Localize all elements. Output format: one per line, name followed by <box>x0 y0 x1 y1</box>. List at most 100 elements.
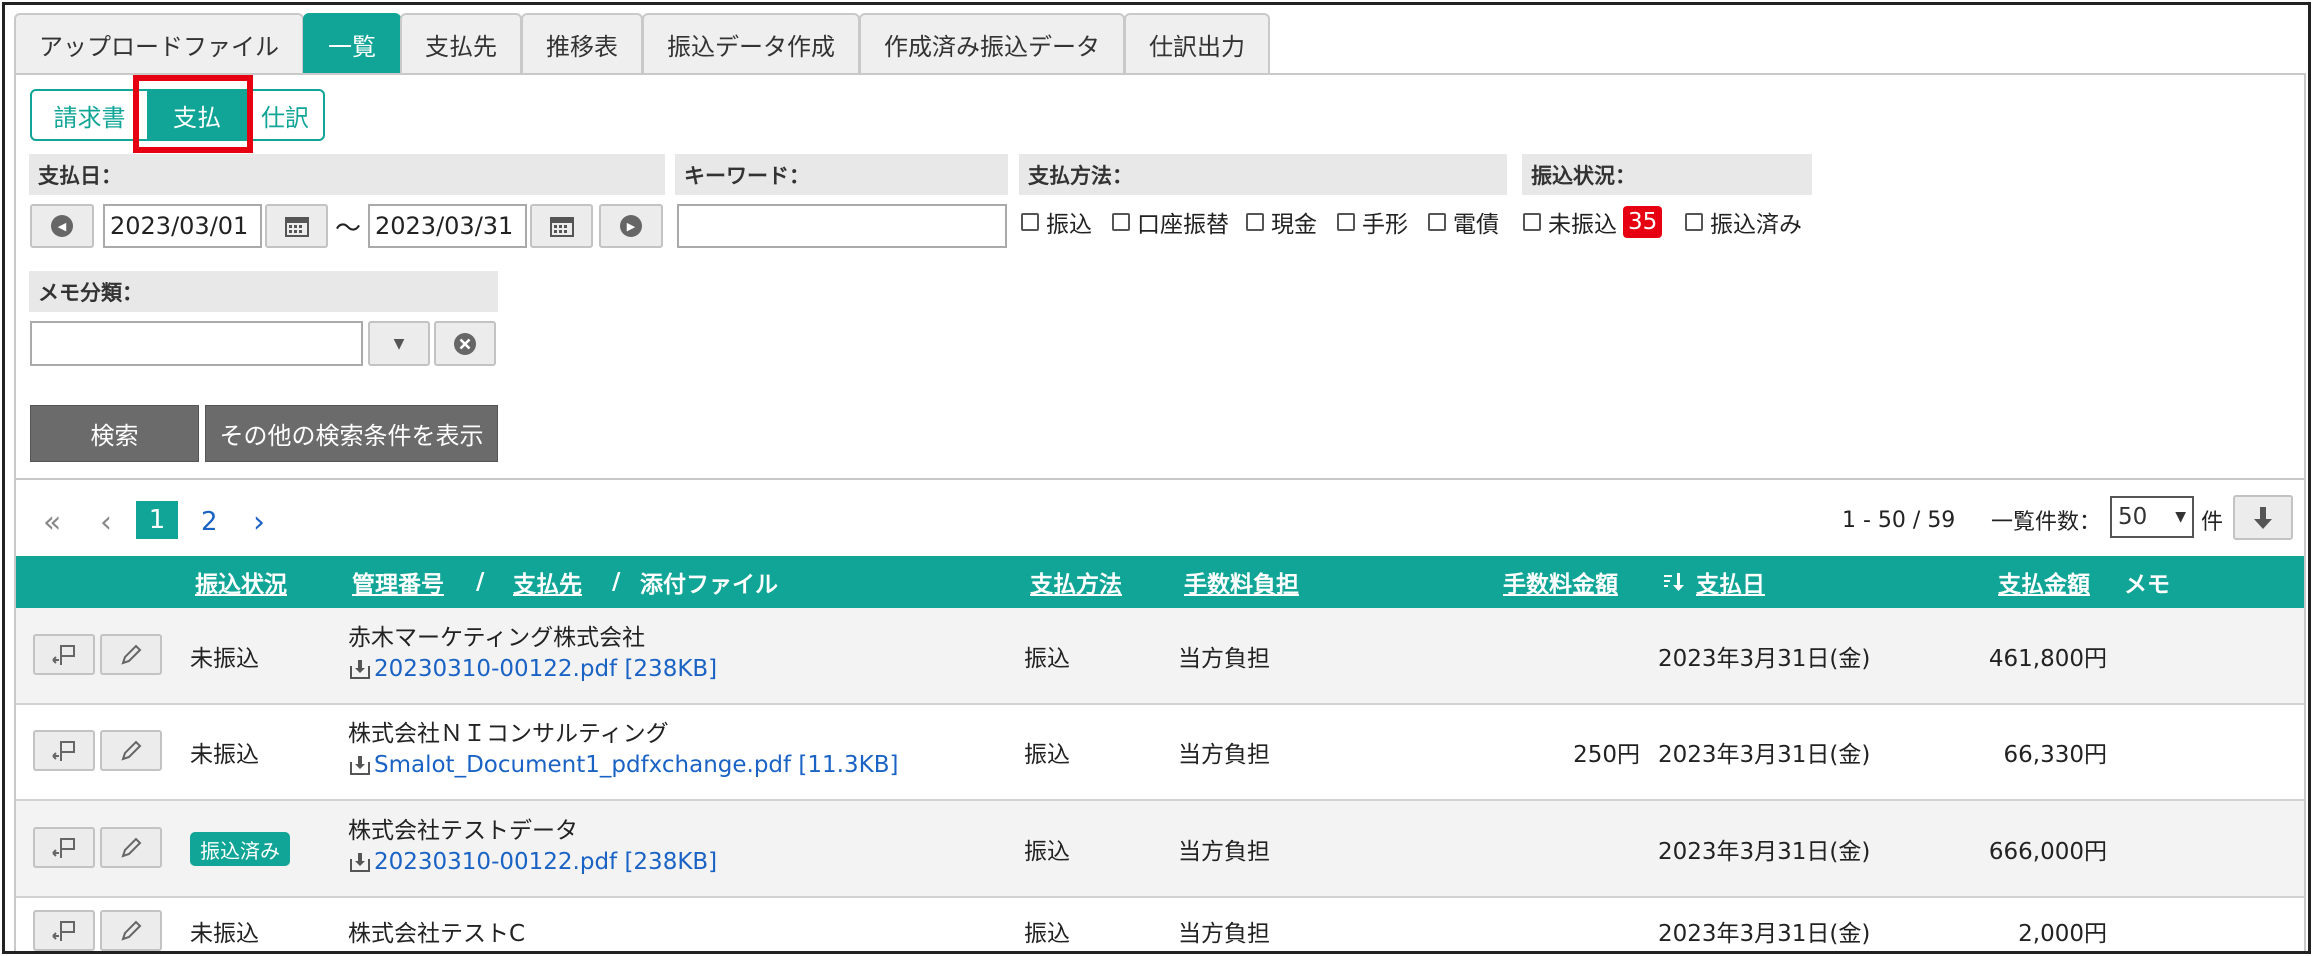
memo-flag-button[interactable] <box>33 910 95 951</box>
calendar-to-button[interactable] <box>530 204 593 248</box>
row-payee: 株式会社テストC <box>348 920 526 947</box>
memo-category-label: メモ分類： <box>29 271 498 312</box>
row-pay-date: 2023年3月31日(金) <box>1658 838 1871 865</box>
row-status: 未振込 <box>190 741 259 768</box>
row-method: 振込 <box>1024 645 1070 672</box>
prev-page-link[interactable]: ‹ <box>100 504 112 540</box>
unpaid-count-badge: 35 <box>1623 206 1663 238</box>
header-method[interactable]: 支払方法 <box>1030 556 1122 608</box>
edit-button[interactable] <box>100 730 162 771</box>
row-payee: 株式会社テストデータ <box>348 818 578 844</box>
tab-list[interactable]: 一覧 <box>303 13 401 73</box>
memo-flag-button[interactable] <box>33 730 95 771</box>
edit-button[interactable] <box>100 827 162 868</box>
row-fee-amount <box>1410 831 1640 866</box>
date-to-input[interactable]: 2023/03/31 <box>368 204 527 248</box>
row-status: 振込済み <box>190 831 290 867</box>
method-cash-checkbox[interactable]: 現金 <box>1246 205 1317 239</box>
row-status: 未振込 <box>190 920 259 947</box>
date-separator: ～ <box>335 213 362 244</box>
calendar-icon <box>284 217 309 237</box>
attachment-link[interactable]: 20230310-00122.pdf [238KB] <box>349 846 717 878</box>
row-pay-date: 2023年3月31日(金) <box>1658 741 1871 768</box>
attachment-link[interactable]: 20230310-00122.pdf [238KB] <box>349 653 717 685</box>
page-2-link[interactable]: 2 <box>201 504 218 540</box>
method-debit-checkbox[interactable]: 口座振替 <box>1112 205 1229 239</box>
edit-button[interactable] <box>100 634 162 675</box>
tab-journal-output[interactable]: 仕訳出力 <box>1124 13 1270 73</box>
status-paid-badge: 振込済み <box>190 832 290 866</box>
header-slash: / <box>612 569 621 595</box>
status-paid-label: 振込済み <box>1710 212 1802 238</box>
arrow-right-icon: ▶ <box>620 215 642 237</box>
header-pay-date[interactable]: 支払日 <box>1696 556 1765 608</box>
status-paid-checkbox[interactable]: 振込済み <box>1685 205 1802 239</box>
method-ebond-checkbox[interactable]: 電債 <box>1428 205 1499 239</box>
attachment-filename: 20230310-00122.pdf [238KB] <box>374 849 718 875</box>
memo-clear-button[interactable] <box>434 321 496 366</box>
row-pay-date: 2023年3月31日(金) <box>1658 645 1871 672</box>
header-fee-burden[interactable]: 手数料負担 <box>1184 556 1299 608</box>
row-fee-amount <box>1410 638 1640 673</box>
attachment-link[interactable]: Smalot_Document1_pdfxchange.pdf [11.3KB] <box>349 749 898 781</box>
result-range: 1 - 50 / 59 <box>1842 507 1956 533</box>
divider <box>16 478 2304 480</box>
status-unpaid-label: 未振込 <box>1548 212 1617 238</box>
per-page-select[interactable]: 50 ▼ <box>2110 496 2194 538</box>
tab-trend[interactable]: 推移表 <box>521 13 643 73</box>
header-status[interactable]: 振込状況 <box>195 556 287 608</box>
per-page-value: 50 <box>2118 504 2148 530</box>
memo-category-input[interactable] <box>30 321 363 366</box>
memo-flag-button[interactable] <box>33 634 95 675</box>
pencil-icon <box>121 740 142 761</box>
row-fee-burden: 当方負担 <box>1178 645 1270 672</box>
page-1-link[interactable]: 1 <box>136 501 178 539</box>
calendar-icon <box>549 217 574 237</box>
tab-created-transfer-data[interactable]: 作成済み振込データ <box>859 13 1125 73</box>
method-bill-checkbox[interactable]: 手形 <box>1337 205 1408 239</box>
method-cash-label: 現金 <box>1271 212 1317 238</box>
next-page-link[interactable]: › <box>253 504 265 540</box>
row-fee-burden: 当方負担 <box>1178 838 1270 865</box>
subtab-journal[interactable]: 仕訳 <box>245 89 325 141</box>
row-amount: 2,000円 <box>2018 920 2107 947</box>
row-payee: 株式会社ＮＩコンサルティング <box>348 721 669 747</box>
edit-button[interactable] <box>100 910 162 951</box>
tab-payees[interactable]: 支払先 <box>400 13 522 73</box>
attachment-filename: 20230310-00122.pdf [238KB] <box>374 656 718 682</box>
header-amount[interactable]: 支払金額 <box>1998 556 2090 608</box>
prev-month-button[interactable]: ◀ <box>30 204 94 248</box>
more-conditions-button[interactable]: その他の検索条件を表示 <box>205 405 498 462</box>
next-month-button[interactable]: ▶ <box>599 204 663 248</box>
row-method: 振込 <box>1024 920 1070 947</box>
memo-flag-button[interactable] <box>33 827 95 868</box>
first-page-link[interactable]: « <box>43 504 61 540</box>
memo-dropdown-button[interactable]: ▼ <box>368 321 430 366</box>
table-row: 未振込 株式会社テストC 振込 当方負担 2023年3月31日(金) 2,000… <box>16 898 2304 951</box>
header-payee[interactable]: 支払先 <box>513 556 582 608</box>
tab-upload-files[interactable]: アップロードファイル <box>14 13 304 73</box>
header-manage-no[interactable]: 管理番号 <box>352 556 444 608</box>
pencil-icon <box>121 837 142 858</box>
row-pay-date: 2023年3月31日(金) <box>1658 920 1871 947</box>
download-csv-button[interactable] <box>2233 495 2293 540</box>
payment-date-label: 支払日： <box>29 154 665 195</box>
status-unpaid-checkbox[interactable]: 未振込 35 <box>1523 205 1674 239</box>
screenshot-frame: アップロードファイル 一覧 支払先 推移表 振込データ作成 作成済み振込データ … <box>2 2 2311 954</box>
table-row: 未振込 赤木マーケティング株式会社 20230310-00122.pdf [23… <box>16 608 2304 705</box>
header-fee-amount[interactable]: 手数料金額 <box>1503 556 1618 608</box>
row-fee-burden: 当方負担 <box>1178 741 1270 768</box>
download-icon <box>350 756 370 775</box>
date-from-input[interactable]: 2023/03/01 <box>103 204 262 248</box>
subtab-invoice[interactable]: 請求書 <box>30 89 149 141</box>
keyword-input[interactable] <box>677 204 1007 248</box>
row-status: 未振込 <box>190 645 259 672</box>
pencil-icon <box>121 644 142 665</box>
tab-create-transfer-data[interactable]: 振込データ作成 <box>642 13 860 73</box>
table-row: 未振込 株式会社ＮＩコンサルティング Smalot_Document1_pdfx… <box>16 705 2304 801</box>
method-transfer-checkbox[interactable]: 振込 <box>1021 205 1092 239</box>
search-button[interactable]: 検索 <box>30 405 199 462</box>
calendar-from-button[interactable] <box>265 204 328 248</box>
memo-flag-icon <box>52 920 75 941</box>
payment-method-label: 支払方法： <box>1019 154 1507 195</box>
